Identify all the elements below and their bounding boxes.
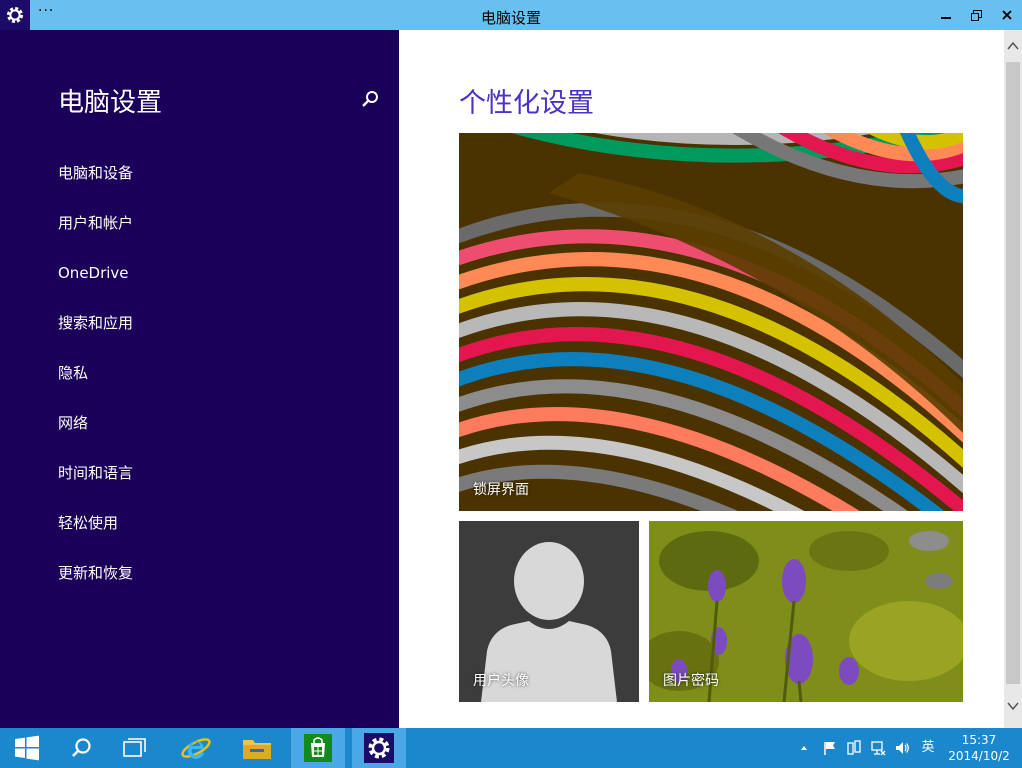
main-content: 个性化设置 锁屏界面 用户头像 图片密码 (399, 30, 1004, 728)
show-hidden-icons-icon[interactable] (796, 740, 812, 756)
search-icon[interactable] (358, 87, 382, 111)
search-button[interactable] (54, 728, 108, 768)
network-icon[interactable] (870, 740, 886, 756)
pc-settings-taskbar-button[interactable] (352, 728, 406, 768)
action-center-flag-icon[interactable] (822, 740, 838, 756)
vertical-scrollbar[interactable] (1004, 30, 1022, 728)
task-view-button[interactable] (108, 728, 162, 768)
sidebar-item-ease-of-access[interactable]: 轻松使用 (58, 510, 133, 560)
file-explorer-button[interactable] (230, 728, 284, 768)
restore-button[interactable] (961, 0, 991, 30)
clock-date: 2014/10/2 (948, 749, 1010, 763)
internet-explorer-icon (181, 738, 211, 759)
search-icon (72, 738, 91, 757)
sidebar-item-privacy[interactable]: 隐私 (58, 360, 133, 410)
start-button[interactable] (0, 728, 54, 768)
account-picture-tile[interactable]: 用户头像 (459, 521, 639, 702)
sidebar-item-update-and-recovery[interactable]: 更新和恢复 (58, 560, 133, 610)
account-picture-label: 用户头像 (473, 673, 529, 689)
power-battery-icon[interactable] (846, 740, 862, 756)
internet-explorer-button[interactable] (169, 728, 223, 768)
settings-gear-icon (364, 733, 394, 763)
lock-screen-label: 锁屏界面 (473, 482, 529, 498)
sidebar-item-onedrive[interactable]: OneDrive (58, 260, 133, 310)
store-icon (304, 734, 332, 762)
sidebar-nav: 电脑和设备 用户和帐户 OneDrive 搜索和应用 隐私 网络 时间和语言 轻… (58, 160, 133, 610)
store-button[interactable] (291, 728, 345, 768)
sidebar-item-search-and-apps[interactable]: 搜索和应用 (58, 310, 133, 360)
sidebar-title: 电脑设置 (58, 88, 163, 118)
scroll-up-icon[interactable] (1004, 38, 1022, 54)
close-button[interactable] (992, 0, 1022, 30)
input-method-indicator[interactable]: 英 (920, 740, 936, 756)
taskbar: 英 15:37 2014/10/2 (0, 728, 1022, 768)
title-bar: ··· 电脑设置 (0, 0, 1022, 30)
clock-time: 15:37 (961, 733, 997, 747)
task-view-icon (123, 738, 146, 757)
lock-screen-image (459, 133, 963, 511)
window-title: 电脑设置 (480, 9, 541, 27)
minimize-button[interactable] (931, 0, 961, 30)
sidebar-item-network[interactable]: 网络 (58, 410, 133, 460)
volume-icon[interactable] (894, 740, 910, 756)
windows-logo-icon (15, 735, 39, 761)
picture-password-tile[interactable]: 图片密码 (649, 521, 963, 702)
sidebar-item-time-and-language[interactable]: 时间和语言 (58, 460, 133, 510)
sidebar-item-accounts[interactable]: 用户和帐户 (58, 210, 133, 260)
sidebar: 电脑设置 电脑和设备 用户和帐户 OneDrive 搜索和应用 隐私 网络 时间… (0, 30, 399, 728)
folder-icon (243, 740, 271, 759)
scroll-thumb[interactable] (1006, 62, 1020, 684)
clock[interactable]: 15:37 2014/10/2 (944, 732, 1014, 764)
scroll-down-icon[interactable] (1004, 698, 1022, 714)
page-title: 个性化设置 (459, 88, 594, 119)
sidebar-item-pc-and-devices[interactable]: 电脑和设备 (58, 160, 133, 210)
picture-password-label: 图片密码 (663, 673, 719, 689)
lock-screen-tile[interactable]: 锁屏界面 (459, 133, 963, 511)
